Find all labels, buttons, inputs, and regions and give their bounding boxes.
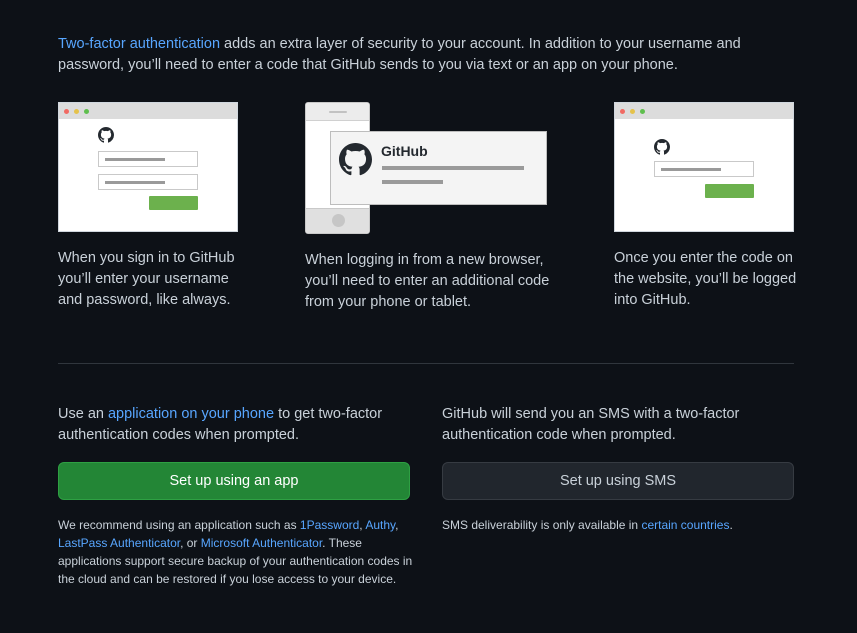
username-field-illustration (98, 151, 198, 167)
browser-title-bar (615, 103, 793, 119)
verify-button-illustration (705, 184, 754, 198)
close-dot-icon (64, 109, 69, 114)
logged-in-browser-illustration (614, 102, 794, 232)
app-recommendation-note: We recommend using an application such a… (58, 518, 413, 586)
close-dot-icon (620, 109, 625, 114)
browser-title-bar (59, 103, 237, 119)
authy-link[interactable]: Authy (365, 518, 395, 532)
phone-application-link[interactable]: application on your phone (108, 406, 274, 422)
certain-countries-link[interactable]: certain countries (641, 518, 729, 532)
sms-option-description: GitHub will send you an SMS with a two-f… (442, 406, 740, 443)
maximize-dot-icon (640, 109, 645, 114)
microsoft-authenticator-link[interactable]: Microsoft Authenticator (201, 536, 322, 550)
github-wordmark: GitHub (381, 143, 428, 159)
setup-sms-button[interactable]: Set up using SMS (442, 462, 794, 500)
step-caption: When you sign in to GitHub you’ll enter … (58, 250, 235, 308)
maximize-dot-icon (84, 109, 89, 114)
app-option-description: Use an application on your phone to get … (58, 406, 383, 443)
phone-home-button (332, 214, 345, 227)
1password-link[interactable]: 1Password (300, 518, 359, 532)
code-field-illustration (654, 161, 754, 177)
two-factor-link[interactable]: Two-factor authentication (58, 36, 220, 52)
section-divider (58, 363, 794, 364)
step-caption: When logging in from a new browser, you’… (305, 252, 550, 310)
setup-app-button[interactable]: Set up using an app (58, 462, 410, 500)
minimize-dot-icon (74, 109, 79, 114)
github-logo-icon (98, 127, 114, 143)
lastpass-authenticator-link[interactable]: LastPass Authenticator (58, 536, 180, 550)
phone-speaker (329, 111, 347, 113)
github-logo-icon (339, 143, 372, 176)
sms-line-illustration (382, 180, 443, 184)
intro-text: Two-factor authentication adds an extra … (58, 34, 798, 76)
sms-availability-note: SMS deliverability is only available in … (442, 518, 733, 532)
minimize-dot-icon (630, 109, 635, 114)
login-browser-illustration (58, 102, 238, 232)
sign-in-button-illustration (149, 196, 198, 210)
sms-line-illustration (382, 166, 524, 170)
step-caption: Once you enter the code on the website, … (614, 250, 797, 308)
github-logo-icon (654, 139, 670, 155)
password-field-illustration (98, 174, 198, 190)
sms-code-card-illustration: GitHub (330, 131, 547, 205)
